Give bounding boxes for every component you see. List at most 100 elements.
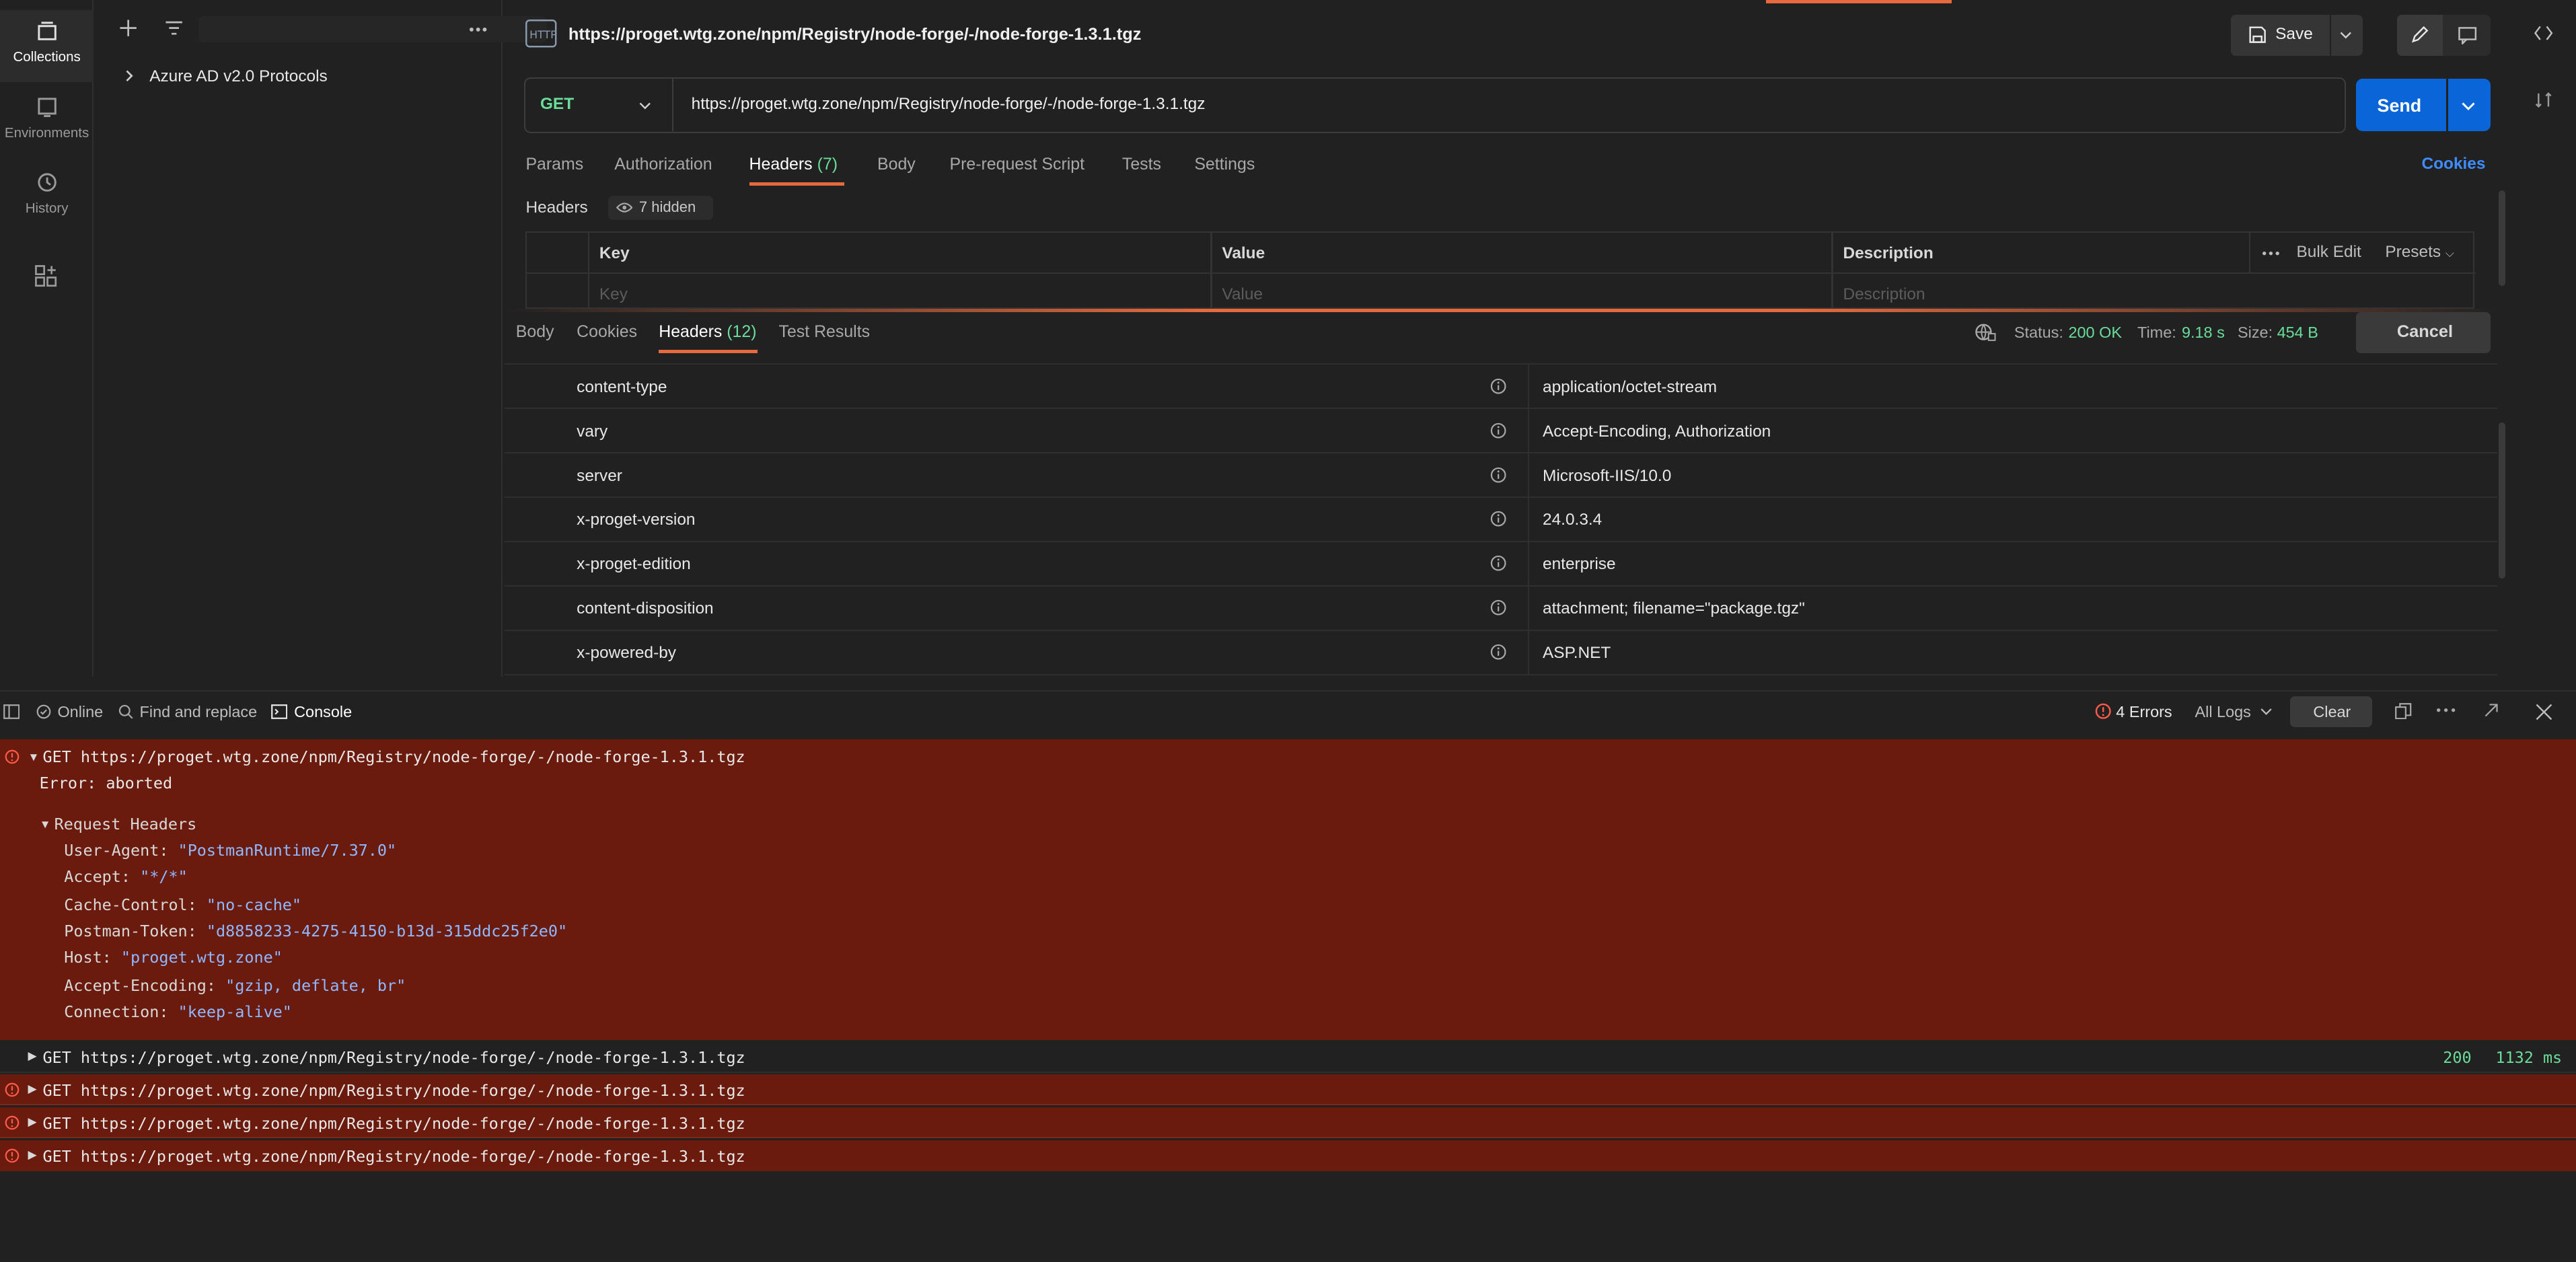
tab-pre-request-script[interactable]: Pre-request Script — [949, 155, 1084, 174]
hidden-headers-toggle[interactable]: 7 hidden — [608, 195, 713, 221]
info-icon[interactable] — [1490, 378, 1506, 394]
column-divider — [1528, 453, 1530, 498]
console-header-value: "PostmanRuntime/7.37.0" — [178, 841, 397, 860]
chevron-down-icon: ⌵ — [2445, 246, 2454, 260]
response-tab-body[interactable]: Body — [516, 322, 554, 342]
code-snippet-button[interactable] — [2534, 25, 2553, 41]
caret-down-icon[interactable]: ▼ — [28, 751, 40, 764]
more-horizontal-icon[interactable] — [2436, 708, 2456, 712]
tab-headers-label: Headers — [749, 154, 813, 174]
info-icon[interactable] — [1490, 467, 1506, 483]
nav-collections[interactable]: Collections — [0, 9, 94, 83]
cookies-link[interactable]: Cookies — [2422, 155, 2486, 174]
column-divider — [1528, 630, 1530, 675]
table-row: x-powered-by ASP.NET — [504, 630, 2497, 675]
value-input[interactable]: Value — [1222, 285, 1263, 304]
search-icon — [118, 705, 133, 719]
collection-item[interactable]: Azure AD v2.0 Protocols — [94, 61, 503, 90]
right-panel-toggle[interactable] — [2534, 90, 2553, 110]
filter-button[interactable] — [164, 18, 184, 38]
comments-button[interactable] — [2446, 15, 2491, 56]
nav-history[interactable]: History — [0, 161, 94, 233]
method-label: GET — [540, 95, 575, 114]
console-header-value: "d8858233-4275-4150-b13d-315ddc25f2e0" — [206, 921, 568, 940]
info-icon[interactable] — [1490, 599, 1506, 616]
left-nav: Collections Environments History — [0, 0, 94, 677]
sync-arrows-icon — [2535, 92, 2552, 108]
info-icon[interactable] — [1490, 422, 1506, 439]
send-button[interactable]: Send — [2355, 79, 2447, 132]
save-button[interactable]: Save — [2231, 14, 2330, 57]
info-icon[interactable] — [1490, 555, 1506, 571]
network-globe-icon[interactable] — [1975, 322, 1996, 342]
save-dropdown-button[interactable] — [2331, 14, 2363, 57]
tab-headers[interactable]: Headers (7) — [749, 155, 838, 174]
errors-label: 4 Errors — [2116, 702, 2172, 720]
response-tab-headers-count: (12) — [727, 322, 757, 341]
response-tab-headers-underline — [659, 350, 758, 354]
copy-icon[interactable] — [2395, 702, 2412, 720]
tab-authorization[interactable]: Authorization — [614, 155, 712, 174]
console-header-key: Connection: — [64, 1002, 169, 1021]
add-workspace-item-button[interactable] — [34, 264, 57, 287]
presets-dropdown[interactable]: Presets ⌵ — [2385, 243, 2454, 262]
log-entry-expanded[interactable]: ▼ GET https://proget.wtg.zone/npm/Regist… — [0, 739, 2576, 1040]
expand-icon[interactable] — [2484, 703, 2499, 718]
caret-right-icon[interactable]: ▶ — [28, 1115, 37, 1129]
description-input[interactable]: Description — [1843, 285, 1925, 304]
console-header-key: Postman-Token: — [64, 921, 197, 940]
size-value[interactable]: 454 B — [2277, 324, 2318, 342]
table-row: x-proget-edition enterprise — [504, 542, 2497, 587]
chevron-right-icon — [126, 70, 133, 81]
tab-settings[interactable]: Settings — [1194, 155, 1255, 174]
edit-button[interactable] — [2396, 14, 2443, 57]
pane-resize-handle[interactable] — [504, 309, 2497, 312]
search-collections-input[interactable] — [198, 16, 548, 43]
caret-right-icon[interactable]: ▶ — [28, 1049, 37, 1063]
sidebar: Azure AD v2.0 Protocols — [94, 0, 548, 677]
caret-down-icon[interactable]: ▼ — [40, 818, 51, 831]
sidebar-more-button[interactable] — [468, 26, 488, 33]
toggle-sidebar-icon[interactable] — [3, 704, 20, 720]
presets-label: Presets — [2385, 242, 2441, 261]
bulk-edit-button[interactable]: Bulk Edit — [2296, 243, 2361, 262]
console-header-key: Host: — [64, 948, 112, 967]
caret-right-icon[interactable]: ▶ — [28, 1082, 37, 1096]
response-tab-headers[interactable]: Headers (12) — [659, 322, 756, 342]
info-icon[interactable] — [1490, 644, 1506, 660]
send-dropdown-button[interactable] — [2448, 79, 2491, 132]
url-input[interactable]: https://proget.wtg.zone/npm/Registry/nod… — [692, 95, 1206, 114]
cancel-button[interactable]: Cancel — [2355, 311, 2491, 354]
caret-right-icon[interactable]: ▶ — [28, 1148, 37, 1162]
log-entry[interactable]: ▶ GET https://proget.wtg.zone/npm/Regist… — [0, 1041, 2576, 1073]
response-scrollbar[interactable] — [2499, 422, 2506, 579]
clear-console-button[interactable]: Clear — [2290, 696, 2373, 728]
headers-section-title: Headers — [525, 198, 588, 217]
console-header-line: Host: "proget.wtg.zone" — [64, 948, 283, 967]
info-icon[interactable] — [1490, 511, 1506, 527]
log-entry[interactable]: ▶ GET https://proget.wtg.zone/npm/Regist… — [0, 1140, 2576, 1172]
key-input[interactable]: Key — [599, 285, 628, 304]
method-select[interactable]: GET — [525, 78, 673, 131]
log-entry[interactable]: ▶ GET https://proget.wtg.zone/npm/Regist… — [0, 1107, 2576, 1139]
status-value[interactable]: 200 OK — [2068, 324, 2121, 342]
console-header-line: Postman-Token: "d8858233-4275-4150-b13d-… — [64, 922, 567, 940]
close-icon[interactable] — [2535, 703, 2553, 721]
header-value: application/octet-stream — [1543, 377, 1718, 396]
request-scrollbar[interactable] — [2499, 190, 2506, 286]
new-collection-button[interactable] — [118, 18, 138, 38]
nav-environments[interactable]: Environments — [0, 85, 94, 157]
tab-body[interactable]: Body — [877, 155, 916, 174]
console-header-key: Accept: — [64, 867, 131, 887]
time-value[interactable]: 9.18 s — [2182, 324, 2225, 342]
column-header-value: Value — [1222, 244, 1265, 263]
filter-icon — [165, 21, 183, 35]
response-tab-cookies[interactable]: Cookies — [577, 322, 637, 342]
tab-params[interactable]: Params — [525, 155, 583, 174]
table-more-button[interactable] — [2262, 251, 2280, 256]
tab-tests[interactable]: Tests — [1122, 155, 1161, 174]
column-divider — [587, 233, 590, 311]
response-tab-test-results[interactable]: Test Results — [779, 322, 871, 342]
log-entry[interactable]: ▶ GET https://proget.wtg.zone/npm/Regist… — [0, 1074, 2576, 1106]
chevron-down-icon — [640, 102, 651, 110]
